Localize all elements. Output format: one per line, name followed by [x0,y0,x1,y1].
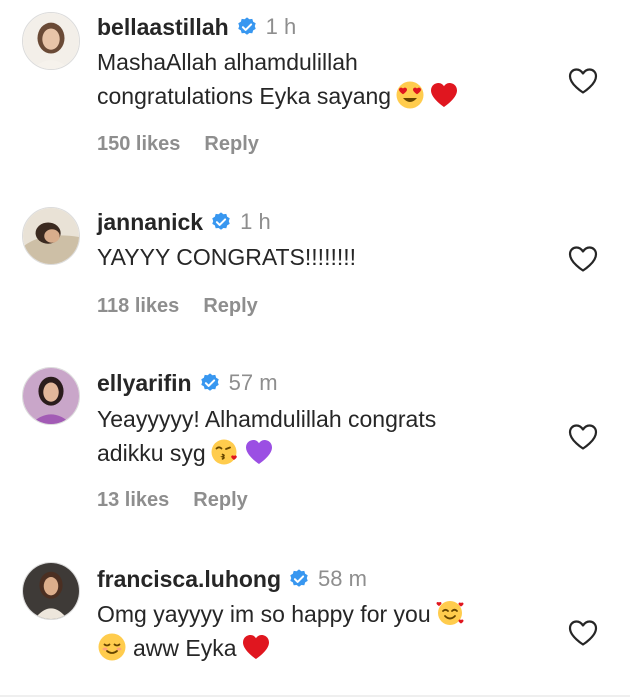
comment-time[interactable]: 57 m [229,370,278,396]
comments-list: bellaastillah 1 h MashaAllah alhamdulill… [0,0,630,697]
reply-button[interactable]: Reply [203,295,257,318]
like-heart-icon[interactable] [566,242,600,276]
purple-heart-emoji [244,437,274,467]
likes-count[interactable]: 150 likes [97,133,180,156]
like-heart-icon[interactable] [566,420,600,454]
comment-text-line: YAYYY CONGRATS!!!!!!!! [97,244,357,270]
comment-username[interactable]: francisca.luhong [97,566,281,593]
comment-text-line: Yeayyyyy! Alhamdulillah congrats [97,406,437,432]
comment-username[interactable]: ellyarifin [97,370,192,397]
comment-text: Yeayyyyy! Alhamdulillah congrats adikku … [97,402,547,470]
comment-text: MashaAllah alhamdulillah congratulations… [97,45,547,113]
avatar[interactable] [22,207,80,265]
avatar[interactable] [22,12,80,70]
reply-button[interactable]: Reply [193,489,247,512]
comment-time[interactable]: 58 m [318,566,367,592]
red-heart-emoji [241,632,271,662]
likes-count[interactable]: 13 likes [97,489,169,512]
comment-text-line: congratulations Eyka sayang [97,83,392,109]
relieved-smile-emoji [97,632,127,662]
verified-badge-icon [199,372,221,394]
comment-text-line: adikku syg [97,440,206,466]
reply-button[interactable]: Reply [204,133,258,156]
like-heart-icon[interactable] [566,616,600,650]
verified-badge-icon [236,16,258,38]
comment-time[interactable]: 1 h [240,209,271,235]
comment-text: YAYYY CONGRATS!!!!!!!! [97,240,547,274]
comment-text-line: MashaAllah alhamdulillah [97,49,358,75]
comment-username[interactable]: bellaastillah [97,14,229,41]
smiling-hearts-emoji [435,598,465,628]
avatar[interactable] [22,562,80,620]
comment-username[interactable]: jannanick [97,209,203,236]
verified-badge-icon [210,211,232,233]
kissing-heart-emoji [210,437,240,467]
comment-text-line: aww Eyka [133,635,237,661]
heart-eyes-emoji [395,80,425,110]
comment-time[interactable]: 1 h [266,14,297,40]
avatar[interactable] [22,367,80,425]
like-heart-icon[interactable] [566,64,600,98]
comment-text: Omg yayyyy im so happy for you aww Eyka [97,597,547,665]
comment-text-line: Omg yayyyy im so happy for you [97,601,431,627]
verified-badge-icon [288,568,310,590]
likes-count[interactable]: 118 likes [97,295,179,318]
red-heart-emoji [429,80,459,110]
